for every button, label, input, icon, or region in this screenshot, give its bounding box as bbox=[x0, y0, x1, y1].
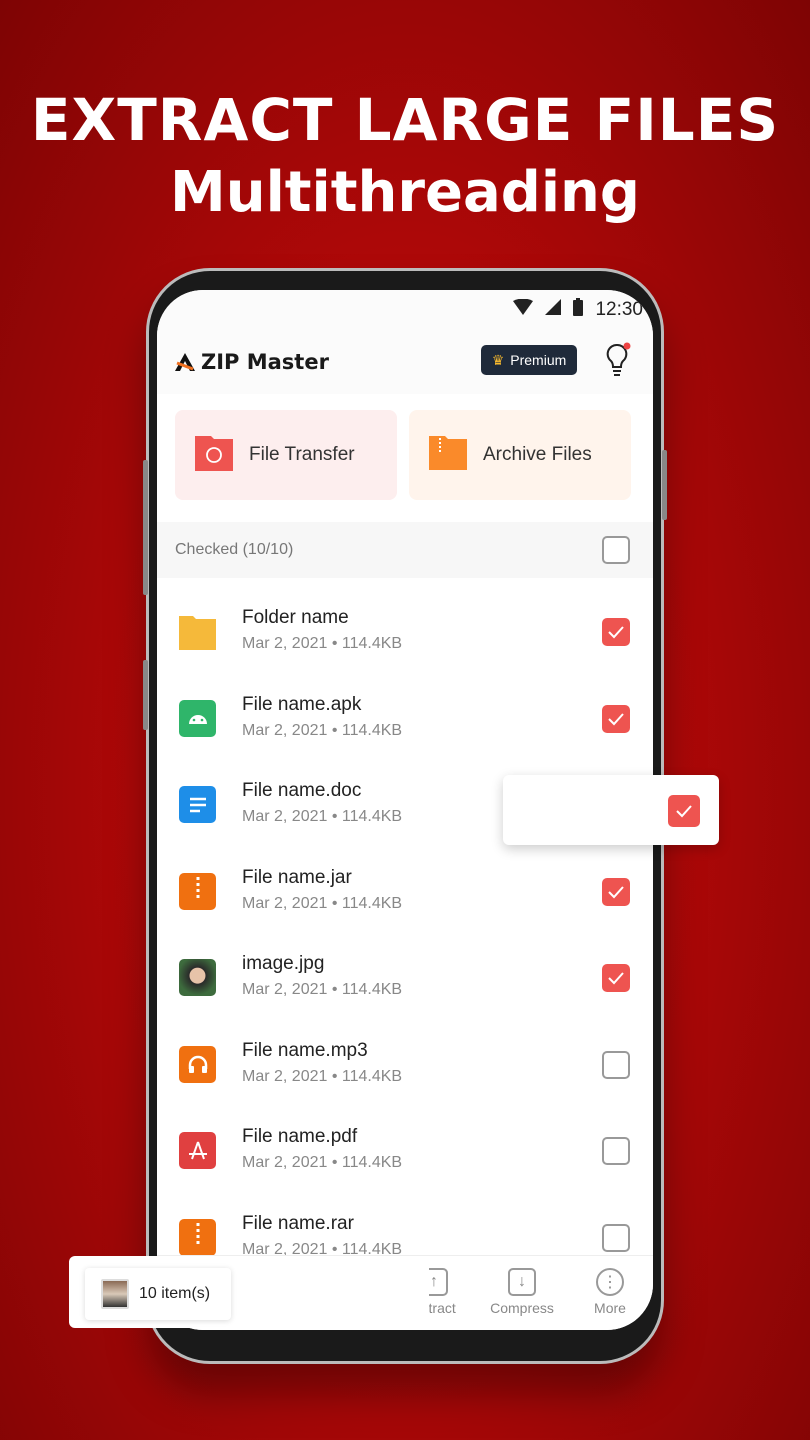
file-name: File name.rar bbox=[242, 1212, 354, 1234]
file-list-item[interactable]: image.jpg Mar 2, 2021 • 114.4KB bbox=[157, 935, 653, 1021]
logo-icon bbox=[175, 353, 195, 371]
file-list-item[interactable]: File name.mp3 Mar 2, 2021 • 114.4KB bbox=[157, 1022, 653, 1108]
app-name: ZIP Master bbox=[201, 350, 329, 374]
floating-selected-row[interactable] bbox=[503, 775, 719, 845]
headphones-icon bbox=[179, 1045, 216, 1083]
file-name: File name.doc bbox=[242, 780, 362, 801]
file-list-item[interactable]: File name.pdf Mar 2, 2021 • 114.4KB bbox=[157, 1108, 653, 1194]
zip-icon bbox=[179, 1218, 216, 1256]
file-list-item[interactable]: File name.apk Mar 2, 2021 • 114.4KB bbox=[157, 676, 653, 762]
more-icon: ⋮ bbox=[596, 1268, 624, 1296]
file-meta: Mar 2, 2021 • 114.4KB bbox=[242, 1067, 403, 1085]
file-list-item[interactable]: Folder name Mar 2, 2021 • 114.4KB bbox=[157, 589, 653, 675]
file-transfer-icon bbox=[195, 433, 233, 477]
floating-row-checkbox[interactable] bbox=[668, 795, 700, 827]
file-checkbox[interactable] bbox=[602, 1223, 630, 1252]
status-bar: 12:30 bbox=[513, 298, 643, 322]
zip-icon bbox=[179, 872, 216, 910]
app-logo: ZIP Master bbox=[175, 350, 329, 374]
archive-files-label: Archive Files bbox=[483, 444, 592, 465]
signal-icon bbox=[545, 299, 562, 321]
headline-subtitle: Multithreading bbox=[169, 160, 640, 225]
selected-count: 10 item(s) bbox=[139, 1285, 211, 1302]
android-icon bbox=[179, 699, 216, 737]
file-meta: Mar 2, 2021 • 114.4KB bbox=[242, 894, 403, 912]
premium-label: Premium bbox=[510, 352, 567, 368]
file-checkbox[interactable] bbox=[602, 877, 630, 906]
file-meta: Mar 2, 2021 • 114.4KB bbox=[242, 635, 403, 652]
folder-icon bbox=[179, 613, 216, 650]
more-label: More bbox=[594, 1300, 626, 1316]
compress-label: Compress bbox=[490, 1300, 554, 1316]
file-checkbox[interactable] bbox=[602, 618, 630, 646]
file-meta: Mar 2, 2021 • 114.4KB bbox=[242, 808, 403, 825]
file-checkbox[interactable] bbox=[602, 1050, 630, 1079]
wifi-icon bbox=[513, 298, 534, 321]
select-all-checkbox[interactable] bbox=[602, 536, 630, 564]
archive-files-card[interactable]: Archive Files bbox=[409, 410, 631, 500]
file-meta: Mar 2, 2021 • 114.4KB bbox=[242, 721, 403, 739]
file-name: Folder name bbox=[242, 607, 349, 628]
compress-button[interactable]: ↓ Compress bbox=[487, 1268, 557, 1316]
battery-icon bbox=[573, 298, 584, 322]
doc-icon bbox=[179, 786, 216, 823]
lightbulb-icon[interactable] bbox=[603, 342, 631, 378]
phone-side-button bbox=[143, 460, 148, 595]
selected-thumbnail bbox=[101, 1279, 129, 1309]
file-name: image.jpg bbox=[242, 953, 325, 974]
file-checkbox[interactable] bbox=[602, 1137, 630, 1165]
file-transfer-card[interactable]: File Transfer bbox=[175, 410, 397, 500]
selection-summary-card: 10 item(s) bbox=[69, 1256, 429, 1328]
archive-folder-icon bbox=[429, 434, 467, 476]
file-transfer-label: File Transfer bbox=[249, 444, 355, 465]
checked-count: Checked (10/10) bbox=[175, 541, 294, 558]
file-name: File name.mp3 bbox=[242, 1039, 368, 1061]
file-checkbox[interactable] bbox=[602, 964, 630, 992]
status-time: 12:30 bbox=[595, 299, 643, 320]
file-name: File name.jar bbox=[242, 866, 352, 888]
file-name: File name.apk bbox=[242, 693, 362, 715]
premium-button[interactable]: ♛ Premium bbox=[481, 345, 577, 375]
image-thumbnail bbox=[179, 959, 216, 996]
file-meta: Mar 2, 2021 • 114.4KB bbox=[242, 1154, 403, 1171]
phone-side-button bbox=[143, 660, 148, 730]
checked-bar: Checked (10/10) bbox=[157, 522, 653, 578]
crown-icon: ♛ bbox=[491, 351, 505, 368]
phone-side-button bbox=[662, 450, 667, 520]
more-button[interactable]: ⋮ More bbox=[575, 1268, 645, 1316]
file-name: File name.pdf bbox=[242, 1126, 358, 1147]
compress-icon: ↓ bbox=[508, 1268, 536, 1296]
headline-title: EXTRACT LARGE FILES bbox=[30, 86, 780, 154]
app-header: 12:30 ZIP Master ♛ Premium bbox=[157, 290, 653, 394]
file-meta: Mar 2, 2021 • 114.4KB bbox=[242, 981, 403, 998]
selected-items-chip[interactable]: 10 item(s) bbox=[85, 1268, 231, 1320]
file-checkbox[interactable] bbox=[602, 704, 630, 733]
pdf-icon bbox=[179, 1132, 216, 1169]
file-list-item[interactable]: File name.jar Mar 2, 2021 • 114.4KB bbox=[157, 849, 653, 935]
